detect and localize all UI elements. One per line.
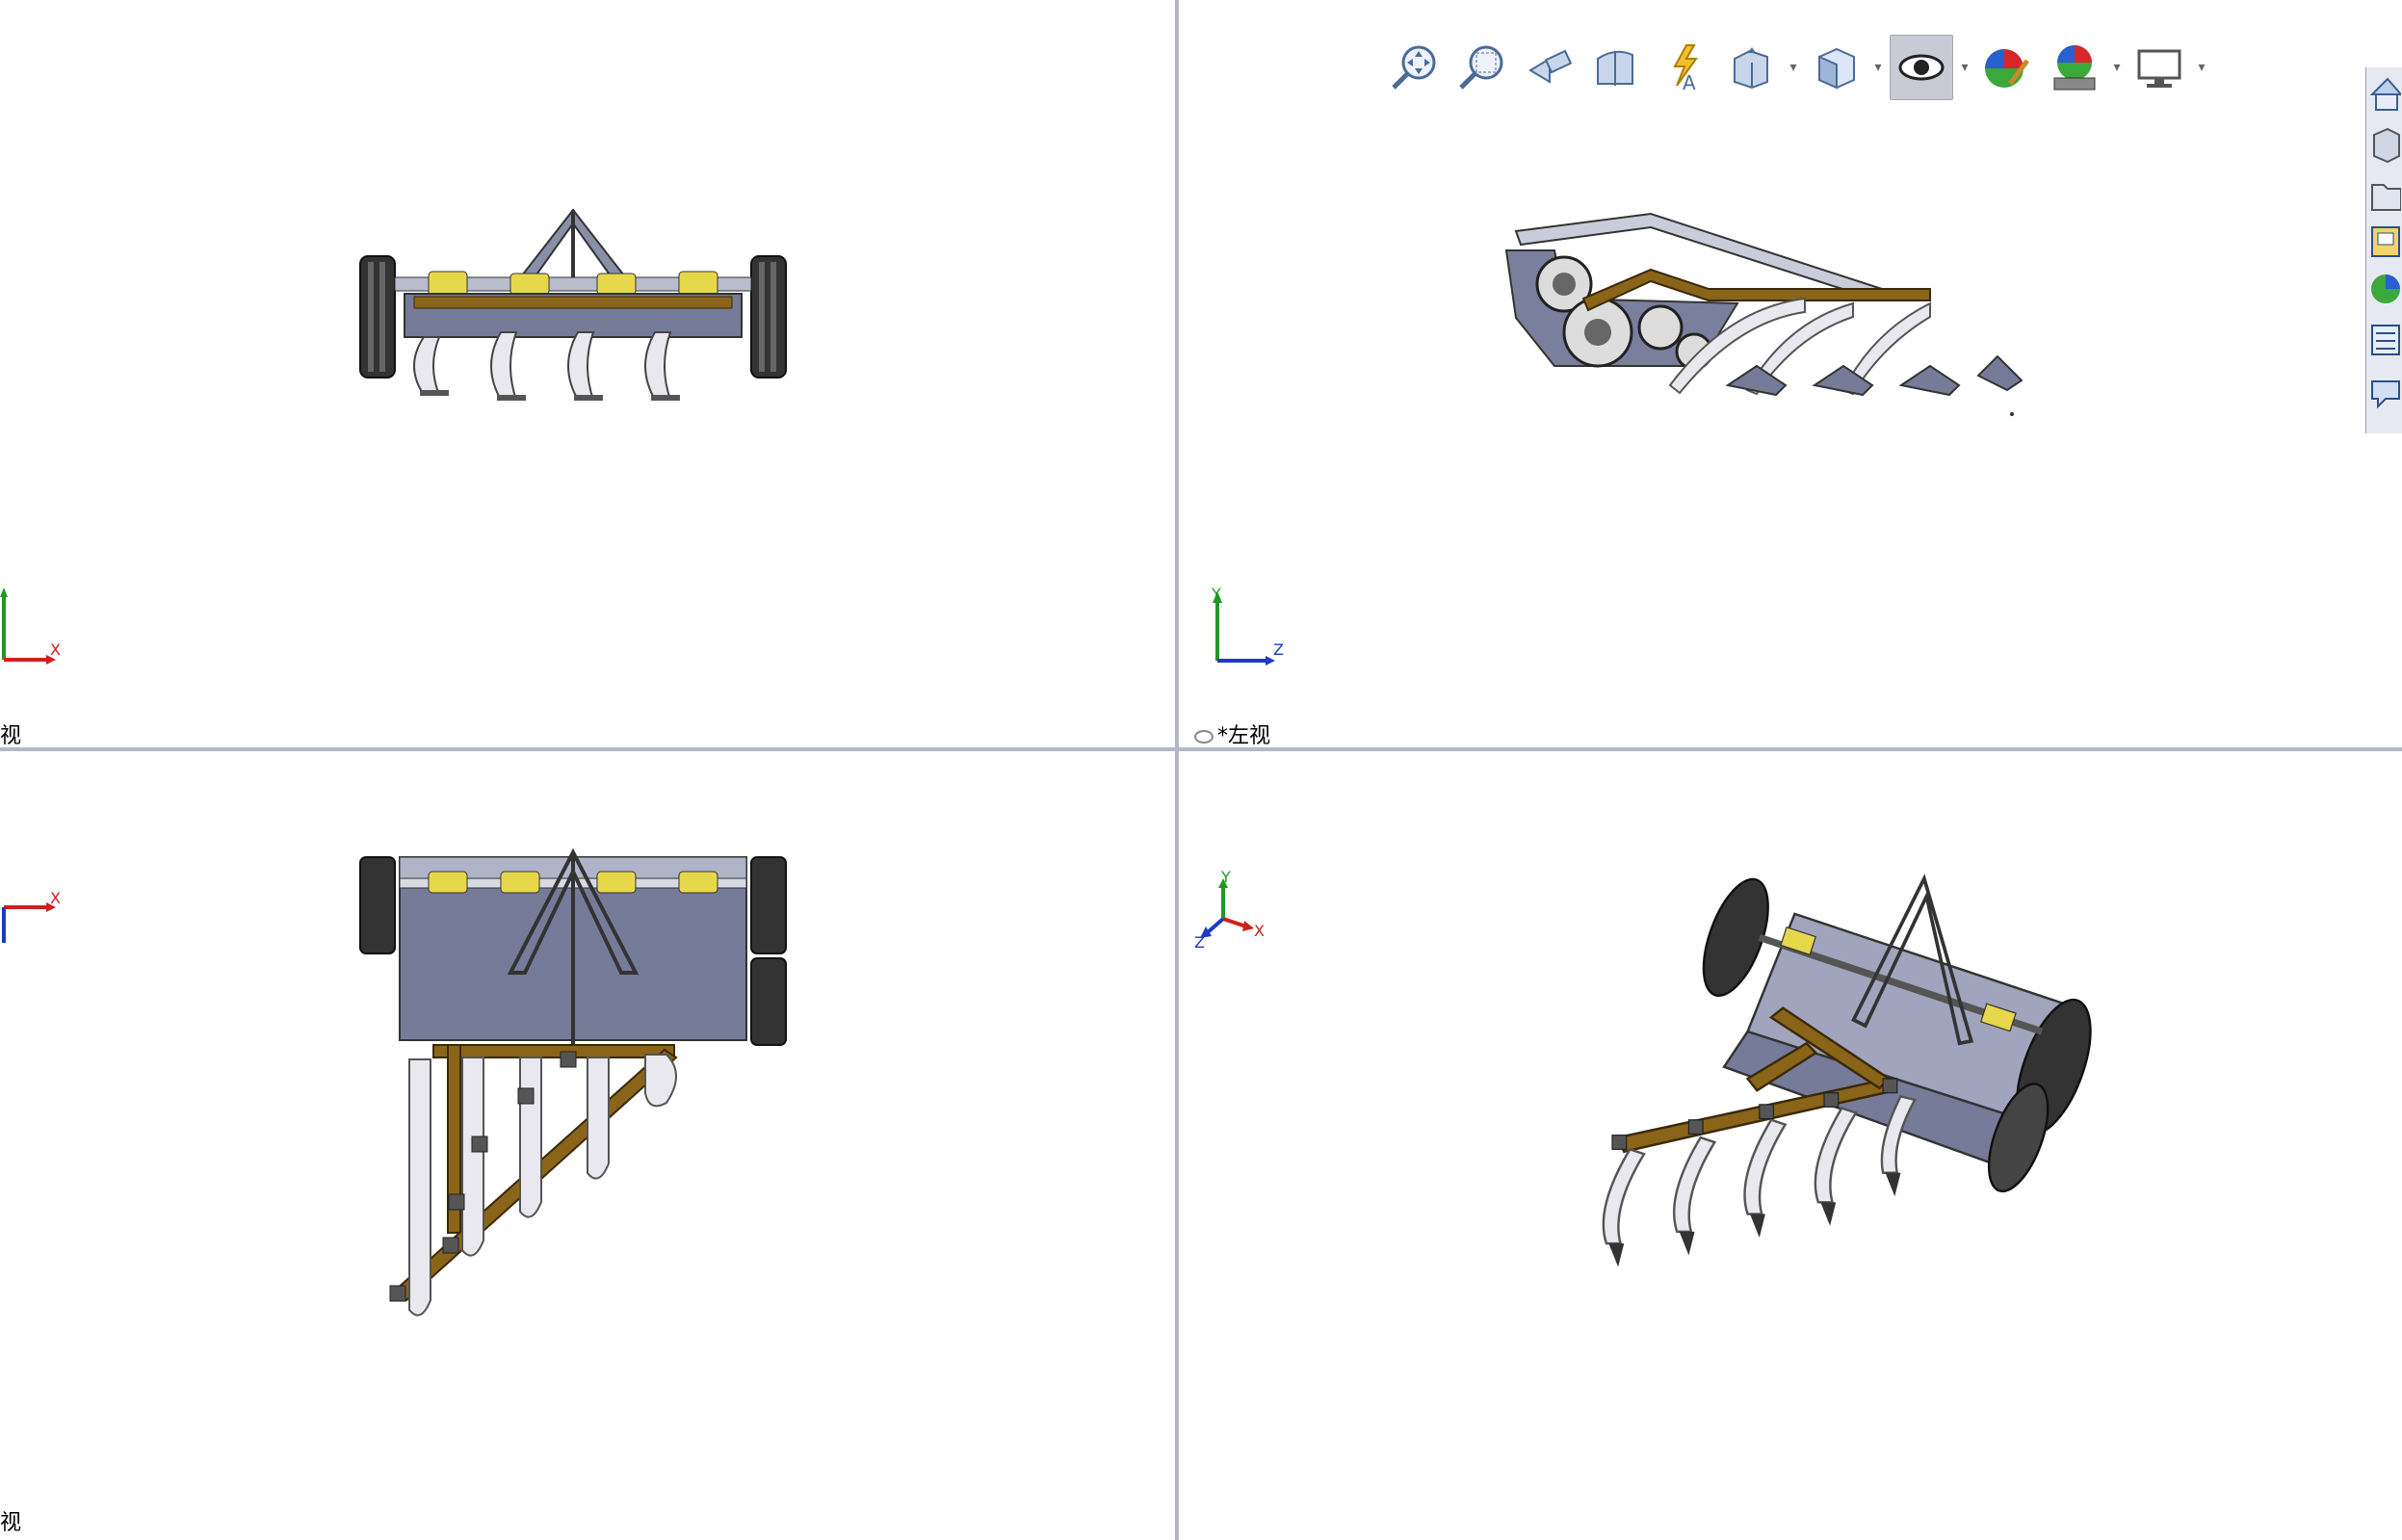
chevron-down-icon[interactable]: ▾ — [2111, 60, 2123, 75]
heads-up-view-toolbar: A ▾ ▾ ▾ ▾ ▾ — [1383, 29, 2207, 106]
view-label-left: *左视 — [1194, 718, 1270, 747]
view-palette-icon[interactable] — [2368, 222, 2401, 268]
view-label-front: 视 — [0, 724, 22, 747]
axis-x-label: X — [50, 640, 61, 659]
coordinate-triad-left: Y Z — [1212, 586, 1284, 666]
eye-icon — [1194, 730, 1214, 744]
dynamic-annotation-icon[interactable]: A — [1653, 36, 1714, 99]
custom-properties-icon[interactable] — [2368, 320, 2401, 366]
svg-text:A: A — [1683, 71, 1696, 93]
axis-z-label-iso: Z — [1194, 933, 1205, 948]
edit-appearance-icon[interactable] — [1976, 36, 2038, 99]
view-label-left-text: *左视 — [1217, 724, 1271, 747]
section-view-icon[interactable] — [1585, 36, 1647, 99]
model-front-view — [359, 208, 787, 401]
zoom-to-area-icon[interactable] — [1450, 36, 1512, 99]
apply-scene-icon[interactable] — [2044, 36, 2105, 99]
view-label-top: 视 — [0, 1511, 22, 1535]
axis-z-label: Z — [1273, 640, 1284, 659]
viewport-left[interactable]: Y Z *左视 — [1179, 0, 2402, 747]
model-isometric-view — [1602, 874, 2092, 1267]
previous-view-icon[interactable] — [1518, 36, 1580, 99]
axis-x-label-iso: X — [1254, 922, 1265, 940]
view-orientation-icon[interactable] — [1720, 36, 1782, 99]
file-explorer-icon[interactable] — [2368, 175, 2402, 222]
design-library-icon[interactable] — [2368, 125, 2401, 171]
viewport-divider-horizontal[interactable] — [0, 747, 2402, 751]
view-settings-icon[interactable] — [2128, 36, 2190, 99]
appearances-icon[interactable] — [2368, 270, 2401, 316]
viewport-top[interactable]: X 视 — [0, 751, 1175, 1540]
viewport-front[interactable]: X 视 — [0, 0, 1175, 747]
zoom-to-fit-icon[interactable] — [1383, 36, 1445, 99]
coordinate-triad: X — [0, 587, 61, 665]
coordinate-triad-top: X — [2, 890, 61, 943]
viewport-divider-vertical[interactable] — [1175, 0, 1179, 1540]
chevron-down-icon[interactable]: ▾ — [1959, 60, 1971, 75]
coordinate-triad-iso: Y X Z — [1194, 871, 1265, 948]
model-top-view — [359, 848, 787, 1317]
chevron-down-icon[interactable]: ▾ — [1872, 60, 1884, 75]
axis-x-label-top: X — [50, 890, 61, 907]
viewport-isometric[interactable]: Y X Z — [1179, 751, 2402, 1540]
forum-icon[interactable] — [2368, 374, 2401, 420]
chevron-down-icon[interactable]: ▾ — [1788, 60, 1799, 75]
home-icon[interactable] — [2368, 75, 2402, 121]
model-left-view — [1504, 212, 2023, 416]
hide-show-items-icon[interactable] — [1890, 35, 1953, 100]
chevron-down-icon[interactable]: ▾ — [2196, 60, 2207, 75]
task-pane — [2365, 67, 2402, 433]
display-style-icon[interactable] — [1805, 36, 1867, 99]
